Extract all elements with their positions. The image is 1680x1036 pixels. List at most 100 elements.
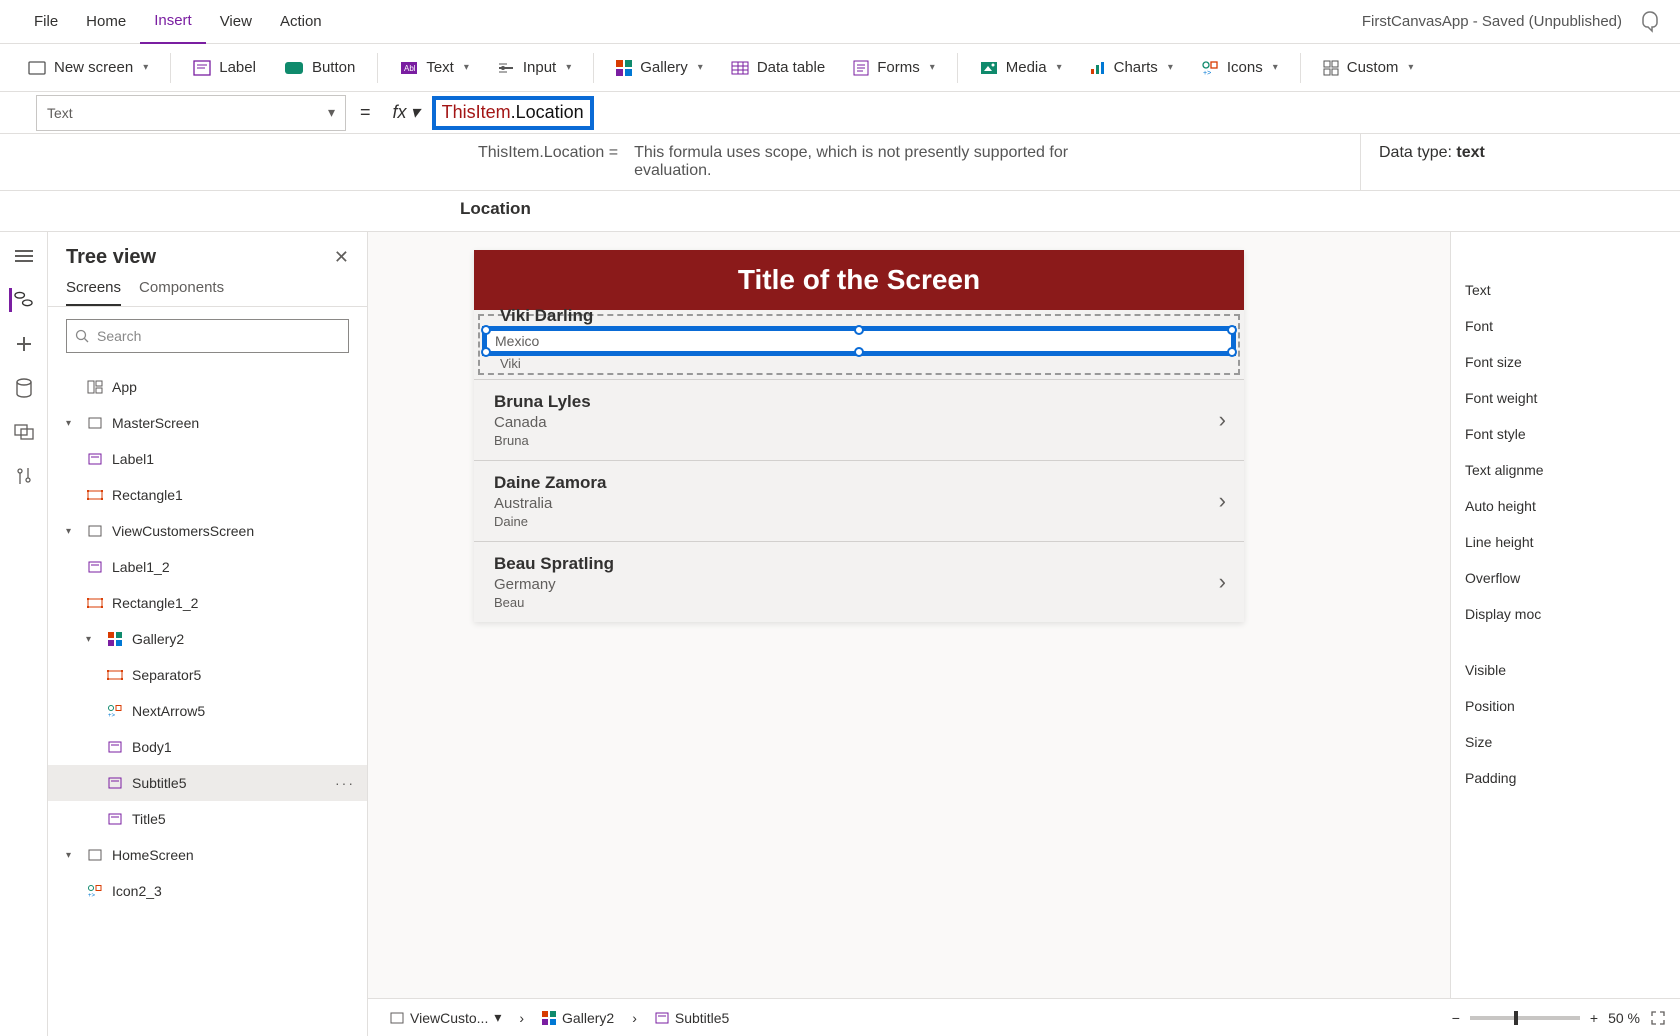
menu-insert[interactable]: Insert bbox=[140, 0, 206, 44]
tree-search-input[interactable]: Search bbox=[66, 319, 349, 353]
forms-dropdown[interactable]: Forms ▾ bbox=[843, 46, 945, 90]
tree-item-separator5[interactable]: Separator5 bbox=[48, 657, 367, 693]
prop-display-mode[interactable]: Display moc bbox=[1465, 596, 1666, 632]
prop-line-height[interactable]: Line height bbox=[1465, 524, 1666, 560]
fx-label-text: fx bbox=[393, 102, 407, 123]
label-button[interactable]: Label bbox=[183, 46, 266, 90]
menu-action[interactable]: Action bbox=[266, 0, 336, 44]
properties-panel: Text Font Font size Font weight Font sty… bbox=[1450, 232, 1680, 998]
data-table-button[interactable]: Data table bbox=[721, 46, 835, 90]
tree-item-nextarrow5[interactable]: +> NextArrow5 bbox=[48, 693, 367, 729]
tab-screens[interactable]: Screens bbox=[66, 279, 121, 306]
chevron-down-icon: ▾ bbox=[66, 526, 78, 537]
flow-checker-icon[interactable] bbox=[1640, 11, 1660, 33]
chevron-right-icon[interactable]: › bbox=[1219, 569, 1226, 595]
tree-item-subtitle5[interactable]: Subtitle5 ··· bbox=[48, 765, 367, 801]
fx-button[interactable]: fx ▾ bbox=[385, 102, 428, 123]
tree-item-rectangle1-2[interactable]: Rectangle1_2 bbox=[48, 585, 367, 621]
more-options-icon[interactable]: ··· bbox=[335, 775, 355, 791]
data-icon[interactable] bbox=[12, 376, 36, 400]
rectangle-icon bbox=[106, 667, 124, 683]
tree-item-app[interactable]: App bbox=[48, 369, 367, 405]
media-dropdown[interactable]: Media ▾ bbox=[970, 46, 1072, 90]
gallery-item-location: Australia bbox=[494, 495, 1224, 512]
gallery-item[interactable]: Daine Zamora Australia Daine › bbox=[474, 460, 1244, 541]
media-panel-icon[interactable] bbox=[12, 420, 36, 444]
tab-components[interactable]: Components bbox=[139, 279, 224, 306]
tree-item-gallery2[interactable]: ▾ Gallery2 bbox=[48, 621, 367, 657]
zoom-in-button[interactable]: + bbox=[1590, 1010, 1598, 1026]
tree-item-icon2-3[interactable]: +> Icon2_3 bbox=[48, 873, 367, 909]
gallery-icon bbox=[542, 1011, 556, 1025]
left-nav-rail bbox=[0, 232, 48, 1036]
gallery-dropdown[interactable]: Gallery ▾ bbox=[606, 46, 713, 90]
tree-item-title5[interactable]: Title5 bbox=[48, 801, 367, 837]
tree-item-label1-2[interactable]: Label1_2 bbox=[48, 549, 367, 585]
custom-dropdown[interactable]: Custom ▾ bbox=[1313, 46, 1424, 90]
breadcrumb-screen[interactable]: ViewCusto... ▾ bbox=[382, 1009, 509, 1026]
svg-text:+>: +> bbox=[108, 713, 116, 718]
fit-to-screen-icon[interactable] bbox=[1650, 1010, 1666, 1026]
advanced-tools-icon[interactable] bbox=[12, 464, 36, 488]
tree-item-masterscreen[interactable]: ▾ MasterScreen bbox=[48, 405, 367, 441]
gallery-template-item[interactable]: Viki Darling Mexico Viki › bbox=[478, 314, 1240, 375]
gallery-item[interactable]: Beau Spratling Germany Beau › bbox=[474, 541, 1244, 622]
gallery-item-body[interactable]: Viki bbox=[482, 356, 1236, 371]
tree-item-body1[interactable]: Body1 bbox=[48, 729, 367, 765]
icons-dropdown[interactable]: +> Icons ▾ bbox=[1191, 46, 1288, 90]
prop-position[interactable]: Position bbox=[1465, 688, 1666, 724]
tree-item-rectangle1[interactable]: Rectangle1 bbox=[48, 477, 367, 513]
gallery-item-location: Canada bbox=[494, 414, 1224, 431]
property-dropdown[interactable]: Text ▾ bbox=[36, 95, 346, 131]
chevron-down-icon: ▾ bbox=[464, 62, 469, 73]
hamburger-icon[interactable] bbox=[12, 244, 36, 268]
tree-item-label: ViewCustomersScreen bbox=[112, 523, 254, 539]
close-icon[interactable]: ✕ bbox=[334, 247, 349, 268]
gallery-item-location: Germany bbox=[494, 576, 1224, 593]
breadcrumb-gallery[interactable]: Gallery2 bbox=[534, 1010, 622, 1026]
prop-font[interactable]: Font bbox=[1465, 308, 1666, 344]
prop-text-align[interactable]: Text alignme bbox=[1465, 452, 1666, 488]
gallery-item[interactable]: Bruna Lyles Canada Bruna › bbox=[474, 379, 1244, 460]
prop-font-weight[interactable]: Font weight bbox=[1465, 380, 1666, 416]
screen-title-label[interactable]: Title of the Screen bbox=[474, 250, 1244, 310]
custom-icon bbox=[1323, 60, 1339, 76]
new-screen-button[interactable]: New screen ▾ bbox=[18, 46, 158, 90]
gallery-icon bbox=[106, 631, 124, 647]
selected-subtitle-control[interactable]: Mexico bbox=[482, 326, 1236, 356]
prop-overflow[interactable]: Overflow bbox=[1465, 560, 1666, 596]
prop-font-style[interactable]: Font style bbox=[1465, 416, 1666, 452]
prop-size[interactable]: Size bbox=[1465, 724, 1666, 760]
tree-item-viewcustomers[interactable]: ▾ ViewCustomersScreen bbox=[48, 513, 367, 549]
tree-view-icon[interactable] bbox=[9, 288, 33, 312]
tree-item-label1[interactable]: Label1 bbox=[48, 441, 367, 477]
menu-file[interactable]: File bbox=[20, 0, 72, 44]
gallery-item-name: Beau Spratling bbox=[494, 554, 1224, 574]
canvas-area[interactable]: Title of the Screen Viki Darling Mexico … bbox=[368, 232, 1680, 1036]
menu-view[interactable]: View bbox=[206, 0, 266, 44]
tree-item-label: Title5 bbox=[132, 811, 166, 827]
prop-padding[interactable]: Padding bbox=[1465, 760, 1666, 796]
chevron-right-icon[interactable]: › bbox=[1219, 488, 1226, 514]
chevron-right-icon[interactable]: › bbox=[1219, 407, 1226, 433]
formula-input[interactable]: ThisItem.Location bbox=[442, 104, 584, 124]
app-status-label: FirstCanvasApp - Saved (Unpublished) bbox=[1362, 13, 1622, 30]
prop-visible[interactable]: Visible bbox=[1465, 652, 1666, 688]
zoom-slider[interactable] bbox=[1470, 1016, 1580, 1020]
breadcrumb-control[interactable]: Subtitle5 bbox=[647, 1010, 737, 1026]
gallery-item-name[interactable]: Viki Darling bbox=[482, 306, 1236, 326]
tree-item-homescreen[interactable]: ▾ HomeScreen bbox=[48, 837, 367, 873]
chevron-down-icon: ▾ bbox=[66, 850, 78, 861]
input-dropdown[interactable]: Input ▾ bbox=[487, 46, 581, 90]
app-canvas[interactable]: Title of the Screen Viki Darling Mexico … bbox=[474, 250, 1244, 622]
zoom-out-button[interactable]: − bbox=[1452, 1010, 1460, 1026]
prop-auto-height[interactable]: Auto height bbox=[1465, 488, 1666, 524]
menu-home[interactable]: Home bbox=[72, 0, 140, 44]
add-icon[interactable] bbox=[12, 332, 36, 356]
charts-dropdown[interactable]: Charts ▾ bbox=[1080, 46, 1183, 90]
rectangle-icon bbox=[86, 487, 104, 503]
prop-font-size[interactable]: Font size bbox=[1465, 344, 1666, 380]
button-button[interactable]: Button bbox=[274, 46, 365, 90]
text-dropdown[interactable]: Abl Text ▾ bbox=[390, 46, 479, 90]
prop-text[interactable]: Text bbox=[1465, 272, 1666, 308]
